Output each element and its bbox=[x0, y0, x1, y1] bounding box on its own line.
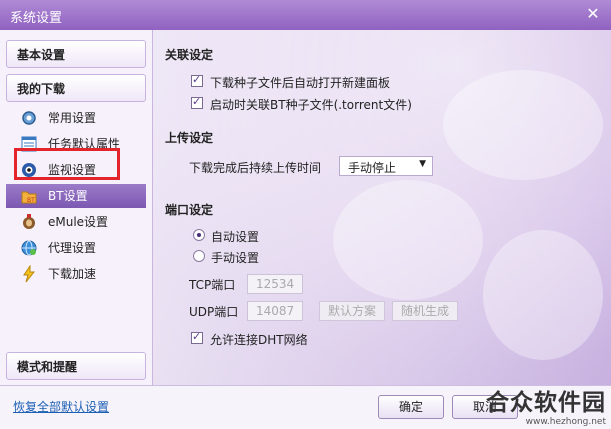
highlight-box bbox=[14, 148, 120, 180]
port-auto-label: 自动设置 bbox=[211, 230, 260, 244]
upload-duration-value: 手动停止 bbox=[348, 161, 397, 175]
background-petal bbox=[443, 70, 603, 180]
title-bar: 系统设置 ✕ bbox=[0, 0, 611, 30]
upload-duration-select[interactable]: 手动停止 ▼ bbox=[339, 156, 433, 176]
sidebar-my-downloads[interactable]: 我的下载 bbox=[6, 74, 146, 102]
port-manual-label: 手动设置 bbox=[211, 251, 260, 265]
svg-text:BT: BT bbox=[27, 197, 35, 204]
background-petal bbox=[333, 180, 483, 300]
sidebar-item-label: 下载加速 bbox=[48, 267, 97, 281]
sidebar-item-bt[interactable]: BT BT设置 bbox=[6, 184, 146, 208]
globe-icon bbox=[21, 240, 37, 256]
gear-icon bbox=[22, 111, 36, 125]
udp-port-label: UDP端口 bbox=[189, 305, 239, 319]
auto-open-panel-label: 下载种子文件后自动打开新建面板 bbox=[210, 76, 391, 90]
window-title: 系统设置 bbox=[10, 11, 63, 26]
default-scheme-button[interactable]: 默认方案 bbox=[319, 301, 385, 321]
associate-torrent-checkbox[interactable] bbox=[191, 95, 203, 109]
background-petal bbox=[483, 230, 603, 360]
sidebar-item-emule[interactable]: eMule设置 bbox=[6, 210, 146, 234]
port-manual-radio[interactable] bbox=[193, 250, 205, 262]
sidebar-mode-reminders[interactable]: 模式和提醒 bbox=[6, 352, 146, 380]
upload-section-title: 上传设定 bbox=[165, 131, 214, 145]
port-auto-radio[interactable] bbox=[193, 229, 205, 241]
emule-icon bbox=[23, 214, 35, 229]
sidebar-basic-settings[interactable]: 基本设置 bbox=[6, 40, 146, 68]
upload-duration-label: 下载完成后持续上传时间 bbox=[189, 161, 322, 175]
tcp-port-label: TCP端口 bbox=[189, 278, 236, 292]
assoc-section-title: 关联设定 bbox=[165, 48, 214, 62]
sidebar-item-label: eMule设置 bbox=[48, 215, 109, 229]
lightning-icon bbox=[23, 265, 36, 283]
sidebar-item-common[interactable]: 常用设置 bbox=[6, 106, 146, 130]
ok-button[interactable]: 确定 bbox=[378, 395, 444, 419]
random-generate-button[interactable]: 随机生成 bbox=[392, 301, 458, 321]
dht-label: 允许连接DHT网络 bbox=[210, 333, 308, 347]
auto-open-panel-checkbox[interactable] bbox=[191, 73, 203, 87]
tcp-port-field[interactable]: 12534 bbox=[247, 274, 303, 294]
sidebar-item-accelerate[interactable]: 下载加速 bbox=[6, 262, 146, 286]
sidebar: 基本设置 我的下载 常用设置 任务默认属性 监视设置 BT BT设置 eMule… bbox=[0, 30, 153, 385]
chevron-down-icon: ▼ bbox=[419, 159, 426, 169]
sidebar-item-label: BT设置 bbox=[48, 189, 88, 203]
dht-checkbox[interactable] bbox=[191, 330, 203, 344]
associate-torrent-label: 启动时关联BT种子文件(.torrent文件) bbox=[210, 98, 412, 112]
sidebar-item-label: 常用设置 bbox=[48, 111, 97, 125]
sidebar-item-proxy[interactable]: 代理设置 bbox=[6, 236, 146, 260]
watermark-name: 合众软件园 bbox=[486, 390, 606, 416]
settings-window: 系统设置 ✕ 基本设置 我的下载 常用设置 任务默认属性 监视设置 BT BT设… bbox=[0, 0, 611, 429]
udp-port-field[interactable]: 14087 bbox=[247, 301, 303, 321]
footer-bar: 恢复全部默认设置 确定 取消 合众软件园 www.hezhong.net bbox=[0, 385, 611, 429]
restore-defaults-link[interactable]: 恢复全部默认设置 bbox=[13, 398, 109, 415]
bt-folder-icon: BT bbox=[21, 191, 37, 204]
watermark: 合众软件园 www.hezhong.net bbox=[486, 383, 606, 427]
bt-settings-panel: 关联设定 下载种子文件后自动打开新建面板 启动时关联BT种子文件(.torren… bbox=[153, 30, 611, 385]
watermark-url: www.hezhong.net bbox=[525, 417, 606, 427]
close-icon[interactable]: ✕ bbox=[585, 6, 601, 22]
port-section-title: 端口设定 bbox=[165, 203, 214, 217]
sidebar-item-label: 代理设置 bbox=[48, 241, 97, 255]
